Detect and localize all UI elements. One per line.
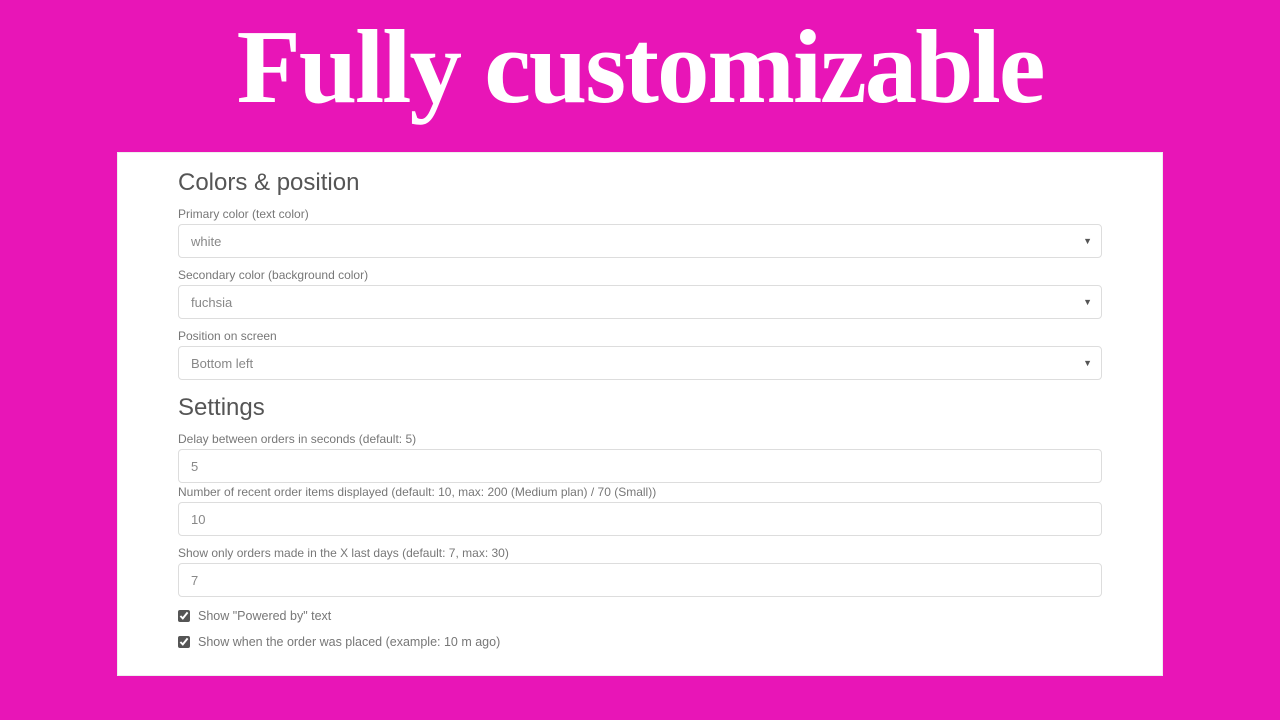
powered-by-label: Show "Powered by" text <box>198 609 331 623</box>
position-label: Position on screen <box>178 329 1102 343</box>
section-heading-colors: Colors & position <box>178 169 1102 197</box>
recent-items-input[interactable] <box>178 502 1102 536</box>
days-input[interactable] <box>178 563 1102 597</box>
days-label: Show only orders made in the X last days… <box>178 546 1102 560</box>
primary-color-label: Primary color (text color) <box>178 207 1102 221</box>
order-placed-label: Show when the order was placed (example:… <box>198 635 500 649</box>
position-select[interactable]: Bottom left <box>178 346 1102 380</box>
secondary-color-select[interactable]: fuchsia <box>178 285 1102 319</box>
recent-items-label: Number of recent order items displayed (… <box>178 485 1102 499</box>
delay-label: Delay between orders in seconds (default… <box>178 432 1102 446</box>
hero-title: Fully customizable <box>0 0 1280 122</box>
settings-panel: Colors & position Primary color (text co… <box>117 152 1163 676</box>
primary-color-select[interactable]: white <box>178 224 1102 258</box>
secondary-color-label: Secondary color (background color) <box>178 268 1102 282</box>
order-placed-checkbox[interactable] <box>178 636 190 648</box>
delay-input[interactable] <box>178 449 1102 483</box>
section-heading-settings: Settings <box>178 394 1102 422</box>
powered-by-checkbox[interactable] <box>178 610 190 622</box>
